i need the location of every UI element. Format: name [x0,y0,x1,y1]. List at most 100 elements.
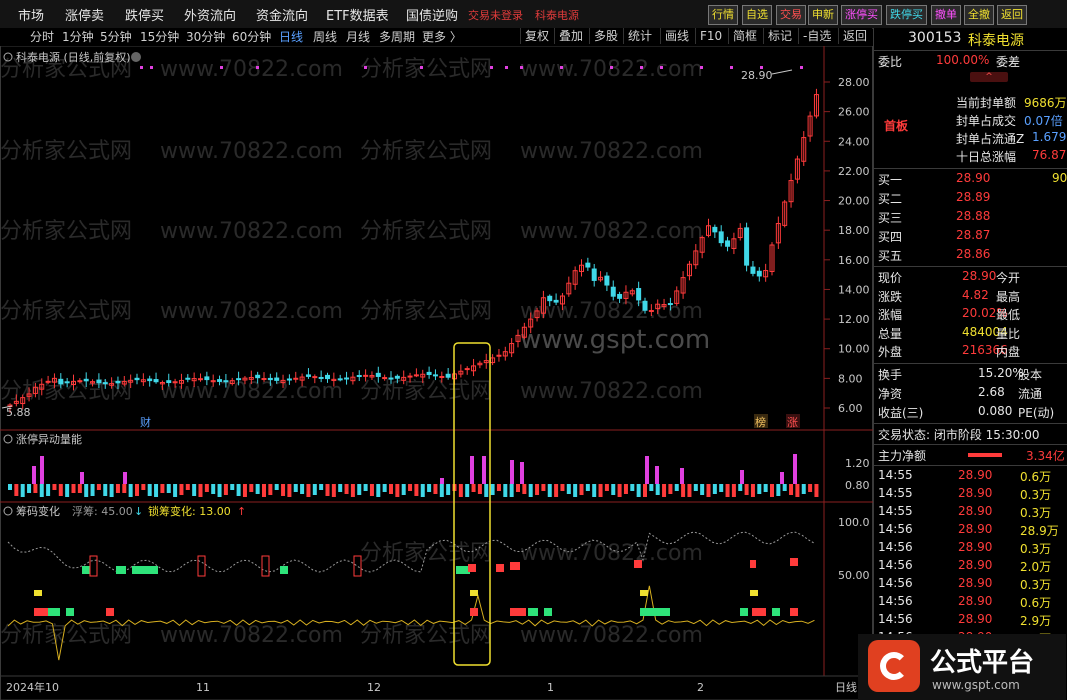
tick-price: 28.90 [958,576,993,590]
volume-bar [776,484,781,496]
return-button[interactable]: 返回 [838,28,871,44]
chip-block [34,608,48,616]
watermark-text-7: 分析家公式网 [360,139,492,164]
spike-bar [655,466,659,484]
separator [874,50,1067,51]
period-1min[interactable]: 1分钟 [62,28,94,45]
volume-bar [738,484,743,491]
period-30min[interactable]: 30分钟 [186,28,225,45]
bid-row: 买四 28.87 [874,228,1067,246]
menu-limit-up-sell[interactable]: 涨停卖 [65,5,104,24]
chip-block [116,566,126,574]
period-tick[interactable]: 分时 [30,28,54,45]
finance-marker[interactable]: 财 [140,415,151,429]
volume-bar [58,484,63,496]
candle-body [591,268,597,281]
chip-block [280,566,288,574]
menu-limit-down-buy[interactable]: 跌停买 [125,5,164,24]
cancel-order-button[interactable]: 撤单 [931,5,961,25]
menu-repo[interactable]: 国债逆购 [406,5,458,24]
stat-label-2: 最低 [996,308,1021,322]
volume-bar [389,484,393,494]
volume-bar [122,484,127,493]
volume-bar [46,484,51,496]
limit-up-buy-button[interactable]: 涨停买 [841,5,882,25]
signal-dot [505,66,508,69]
volume-bar [623,484,628,494]
multi-stock-button[interactable]: 多股 [589,28,622,44]
draw-line-button[interactable]: 画线 [660,28,693,44]
watermark-text-20: www.70822.com [520,379,703,404]
adjust-button[interactable]: 复权 [520,28,553,44]
statistics-button[interactable]: 统计 [623,28,656,44]
spike-bar [520,462,524,484]
tick-volume: 2.0万 [1020,560,1052,574]
candle-body [496,354,502,357]
kline-chart[interactable]: 分析家公式网 www.70822.com 分析家公式网 www.70822.co… [0,46,873,700]
collapse-icon[interactable]: ^ [970,72,1008,82]
tick-volume: 0.3万 [1020,488,1052,502]
volume-bar [401,484,406,495]
panel1-tick-1: 1.20 [845,457,870,470]
volume-bar [814,484,819,497]
volume-bar [179,484,184,495]
period-weekly[interactable]: 周线 [313,28,337,45]
volume-bar [471,484,476,492]
watermark-text-14: www.70822.com [160,299,343,324]
spike-bar [32,466,36,484]
menu-capital-flow[interactable]: 资金流向 [256,5,308,24]
stock-alert[interactable]: 科泰电源 [535,7,579,23]
price-tick-label: 18.00 [838,224,870,237]
return-button-top[interactable]: 返回 [997,5,1027,25]
watchlist-button[interactable]: 自选 [742,5,772,25]
cancel-all-button[interactable]: 全撤 [964,5,994,25]
ipo-button[interactable]: 申新 [808,5,838,25]
volume-bar [262,484,266,497]
chip-marker [34,590,42,596]
period-60min[interactable]: 60分钟 [232,28,271,45]
login-status[interactable]: 交易未登录 [468,7,523,23]
period-more[interactable]: 更多 〉 [422,28,462,45]
simple-frame-button[interactable]: 简框 [728,28,761,44]
candle-body [267,377,273,381]
volume-bar [630,484,635,491]
chip-block [106,608,114,616]
tick-row: 14:56 28.90 28.9万 [874,522,1067,540]
tick-row: 14:55 28.90 0.3万 [874,504,1067,522]
period-5min[interactable]: 5分钟 [100,28,132,45]
period-15min[interactable]: 15分钟 [140,28,179,45]
limit-up-marker[interactable]: 涨 [787,416,798,429]
candle-body [718,231,724,244]
volume-bar [420,484,425,497]
volume-bar [579,484,584,495]
overlay-button[interactable]: 叠加 [554,28,587,44]
xaxis-label-nov: 11 [196,681,210,694]
chart-menu-icon[interactable] [131,52,141,62]
quote-button[interactable]: 行情 [708,5,738,25]
menu-foreign-flow[interactable]: 外资流向 [184,5,236,24]
seal-value-4: 76.879 [1032,148,1067,162]
volume-bar [439,484,444,497]
period-daily[interactable]: 日线 [279,28,303,45]
menu-etf-table[interactable]: ETF数据表 [326,5,389,24]
limit-down-buy-button[interactable]: 跌停买 [886,5,927,25]
list-marker[interactable]: 榜 [755,415,766,429]
volume-bar [166,484,171,493]
candle-body [388,377,394,380]
volume-bar [636,484,641,497]
volume-bar [33,484,38,493]
seal-row-1: 当前封单额 9686万 [874,94,1067,112]
mark-button[interactable]: 标记 [763,28,796,44]
trade-status-text: 交易状态: 闭市阶段 15:30:00 [878,428,1040,442]
trade-button[interactable]: 交易 [776,5,806,25]
signal-dot [560,66,563,69]
signal-dot [610,66,613,69]
period-multi[interactable]: 多周期 [379,28,415,45]
seal-value-1: 9686万 [1024,96,1067,110]
period-monthly[interactable]: 月线 [346,28,370,45]
menu-market[interactable]: 市场 [18,5,44,24]
candle-body [286,378,292,381]
chip-block [468,564,476,572]
f10-button[interactable]: F10 [695,28,726,44]
remove-watchlist-button[interactable]: -自选 [798,28,835,44]
